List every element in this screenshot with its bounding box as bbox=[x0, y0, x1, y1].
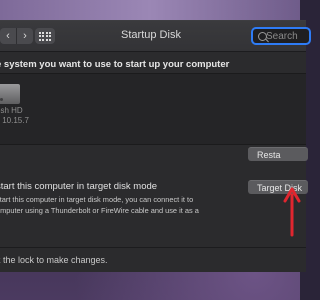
target-disk-mode-description: start this computer in target disk mode,… bbox=[0, 194, 240, 216]
lock-hint-text: k the lock to make changes. bbox=[0, 255, 108, 265]
wallpaper-top-strip bbox=[0, 0, 300, 20]
section-heading: e system you want to use to start up you… bbox=[0, 59, 230, 70]
window-footer: k the lock to make changes. bbox=[0, 247, 306, 273]
search-input[interactable] bbox=[266, 30, 306, 43]
disk-list: osh HD x 10.15.7 bbox=[0, 73, 306, 145]
disk-name: osh HD bbox=[0, 106, 23, 115]
window-toolbar: ‹ › Startup Disk bbox=[0, 21, 311, 52]
target-disk-mode-title: start this computer in target disk mode bbox=[0, 181, 158, 192]
startup-disk-window: ‹ › Startup Disk e system you want to us… bbox=[0, 20, 311, 273]
description-line: start this computer in target disk mode,… bbox=[0, 195, 194, 204]
description-line: omputer using a Thunderbolt or FireWire … bbox=[0, 206, 199, 215]
red-arrow-annotation bbox=[283, 187, 301, 237]
search-field[interactable] bbox=[251, 27, 311, 45]
disk-version: x 10.15.7 bbox=[0, 116, 29, 125]
restart-button[interactable]: Resta bbox=[248, 147, 308, 161]
hard-disk-icon[interactable] bbox=[0, 84, 20, 104]
